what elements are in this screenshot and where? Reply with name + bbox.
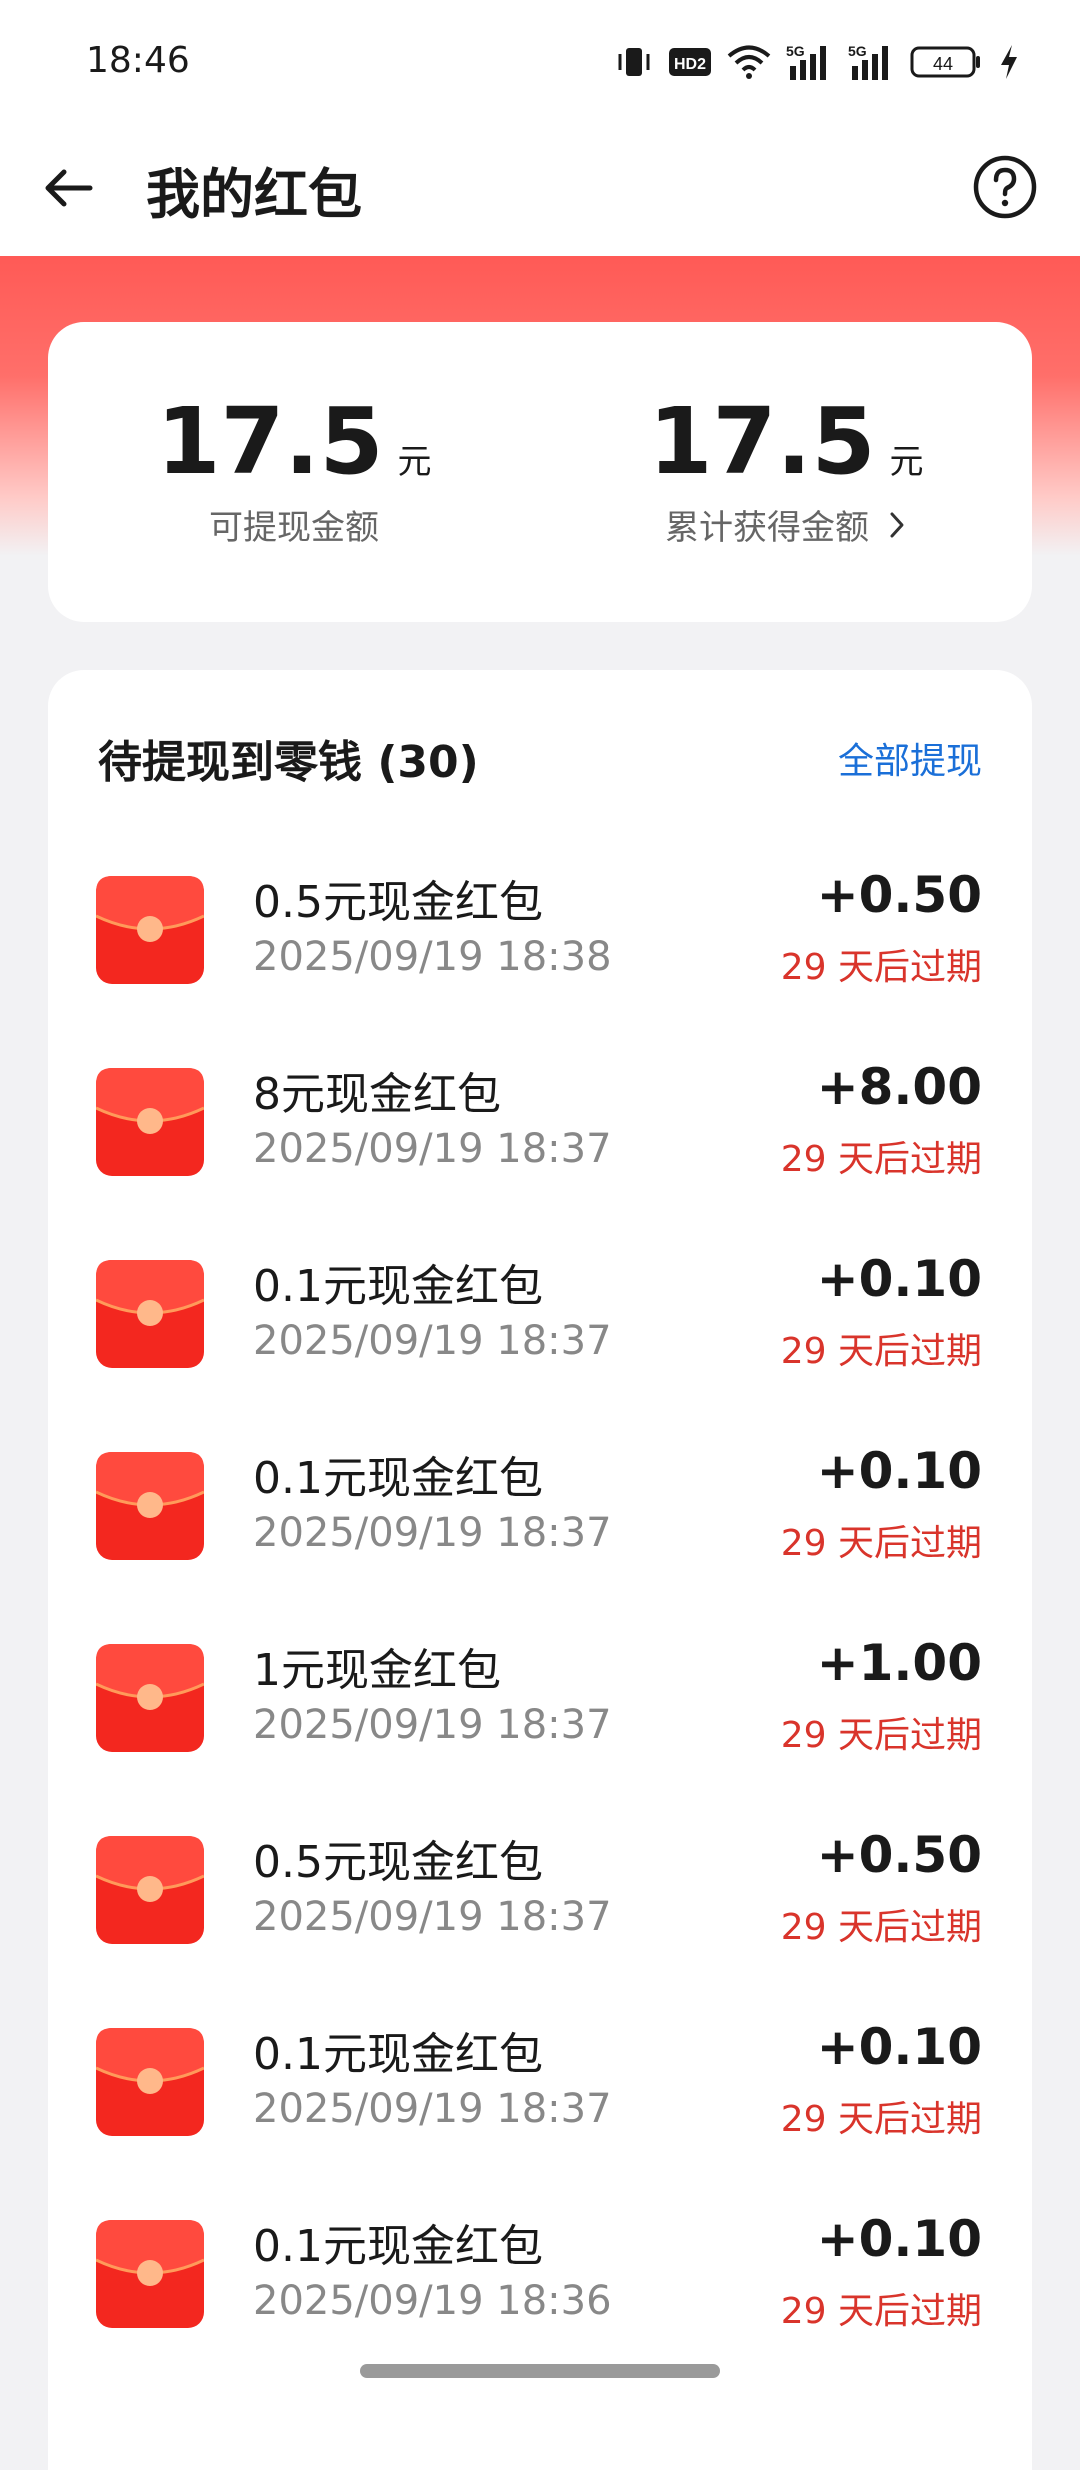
item-expire: 29 天后过期 [780, 1907, 982, 1948]
item-expire: 29 天后过期 [780, 1715, 982, 1756]
home-indicator[interactable] [360, 2364, 720, 2378]
help-icon[interactable] [970, 152, 1040, 222]
withdraw-all-button[interactable]: 全部提现 [838, 732, 982, 784]
list-item[interactable]: 8元现金红包 2025/09/19 18:37 +8.00 29 天后过期 [48, 1040, 1032, 1232]
network2-label: 5G [848, 43, 867, 59]
item-name: 8元现金红包 [253, 1069, 501, 1120]
list-title: 待提现到零钱 (30) [98, 737, 479, 788]
chevron-right-icon [890, 512, 904, 537]
list-item[interactable]: 0.1元现金红包 2025/09/19 18:36 +0.10 29 天后过期 [48, 2192, 1032, 2384]
withdrawable-label: 可提现金额 [209, 508, 379, 548]
app-header: 我的红包 [0, 120, 1080, 256]
item-amount: +0.10 [816, 1250, 982, 1308]
back-arrow-icon[interactable] [40, 160, 96, 216]
wifi-icon [727, 45, 771, 79]
item-name: 0.1元现金红包 [253, 1261, 543, 1312]
item-name: 0.5元现金红包 [253, 1837, 543, 1888]
total-value: 17.5 [648, 388, 876, 495]
item-time: 2025/09/19 18:37 [253, 1894, 612, 1940]
item-amount: +8.00 [816, 1058, 982, 1116]
item-expire: 29 天后过期 [780, 1139, 982, 1180]
red-envelope-icon [96, 1068, 204, 1176]
item-expire: 29 天后过期 [780, 2099, 982, 2140]
item-name: 0.1元现金红包 [253, 1453, 543, 1504]
list-item[interactable]: 0.5元现金红包 2025/09/19 18:37 +0.50 29 天后过期 [48, 1808, 1032, 2000]
status-time: 18:46 [86, 40, 190, 81]
total-unit: 元 [889, 442, 924, 482]
item-name: 0.1元现金红包 [253, 2029, 543, 2080]
list-item[interactable]: 0.1元现金红包 2025/09/19 18:37 +0.10 29 天后过期 [48, 1232, 1032, 1424]
red-envelope-icon [96, 1836, 204, 1944]
item-name: 1元现金红包 [253, 1645, 501, 1696]
red-envelope-icon [96, 876, 204, 984]
item-expire: 29 天后过期 [780, 1523, 982, 1564]
network1-label: 5G [786, 43, 805, 59]
item-time: 2025/09/19 18:37 [253, 1318, 612, 1364]
hd-badge-text: HD2 [674, 56, 706, 73]
red-envelope-icon [96, 2028, 204, 2136]
withdrawable-value: 17.5 [156, 388, 384, 495]
red-envelope-icon [96, 2220, 204, 2328]
red-envelope-icon [96, 1644, 204, 1752]
list-item[interactable]: 1元现金红包 2025/09/19 18:37 +1.00 29 天后过期 [48, 1616, 1032, 1808]
item-time: 2025/09/19 18:37 [253, 1510, 612, 1556]
item-amount: +0.10 [816, 2210, 982, 2268]
list-item[interactable]: 0.5元现金红包 2025/09/19 18:38 +0.50 29 天后过期 [48, 848, 1032, 1040]
item-expire: 29 天后过期 [780, 1331, 982, 1372]
total-earned-amount[interactable]: 17.5 元 累计获得金额 [540, 392, 1032, 549]
red-envelope-icon [96, 1452, 204, 1560]
item-time: 2025/09/19 18:37 [253, 1126, 612, 1172]
list-item[interactable]: 0.1元现金红包 2025/09/19 18:37 +0.10 29 天后过期 [48, 1424, 1032, 1616]
signal-5g-icon: 5G [786, 43, 826, 80]
status-bar: 18:46 HD2 5G 5G 44 [0, 0, 1080, 120]
withdrawable-amount: 17.5 元 可提现金额 [48, 392, 540, 549]
pending-list-card: 待提现到零钱 (30) 全部提现 0.5元现金红包 2025/09/19 18:3… [48, 670, 1032, 2470]
item-time: 2025/09/19 18:37 [253, 1702, 612, 1748]
charging-icon [1001, 45, 1017, 79]
total-label: 累计获得金额 [665, 508, 869, 548]
item-name: 0.5元现金红包 [253, 877, 543, 928]
signal-5g-icon-2: 5G [848, 43, 888, 80]
summary-card: 17.5 元 可提现金额 17.5 元 累计获得金额 [48, 322, 1032, 622]
item-amount: +0.10 [816, 2018, 982, 2076]
battery-icon: 44 [910, 46, 980, 78]
item-time: 2025/09/19 18:38 [253, 934, 612, 980]
withdrawable-unit: 元 [397, 442, 432, 482]
status-icons: HD2 5G 5G 44 [614, 38, 1020, 86]
item-amount: +0.50 [816, 1826, 982, 1884]
vibrate-icon [618, 48, 650, 76]
battery-level: 44 [933, 54, 953, 74]
item-amount: +0.10 [816, 1442, 982, 1500]
item-amount: +1.00 [816, 1634, 982, 1692]
item-name: 0.1元现金红包 [253, 2221, 543, 2272]
page-title: 我的红包 [146, 163, 362, 226]
item-expire: 29 天后过期 [780, 947, 982, 988]
item-amount: +0.50 [816, 866, 982, 924]
item-time: 2025/09/19 18:37 [253, 2086, 612, 2132]
item-expire: 29 天后过期 [780, 2291, 982, 2332]
item-time: 2025/09/19 18:36 [253, 2278, 612, 2324]
list-item[interactable]: 0.1元现金红包 2025/09/19 18:37 +0.10 29 天后过期 [48, 2000, 1032, 2192]
hd-icon: HD2 [669, 48, 711, 76]
red-envelope-icon [96, 1260, 204, 1368]
